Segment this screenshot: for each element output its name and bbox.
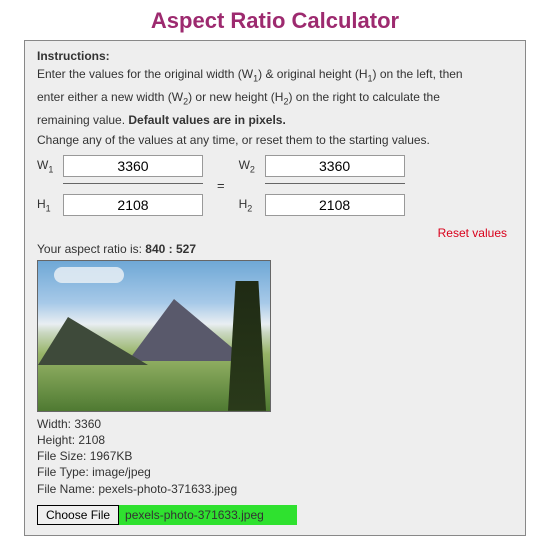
meta-height: Height: 2108	[37, 432, 513, 448]
w2-label: W2	[239, 158, 265, 174]
instructions-line-2: enter either a new width (W2) or new hei…	[37, 88, 513, 109]
text: ) or new height (H	[188, 90, 283, 104]
text: W	[37, 158, 48, 172]
label: Width:	[37, 417, 74, 431]
cloud-shape	[54, 267, 124, 283]
meta-width: Width: 3360	[37, 416, 513, 432]
meta-name: File Name: pexels-photo-371633.jpeg	[37, 481, 513, 497]
text: ) & original height (H	[258, 67, 367, 81]
fraction-line-left	[63, 183, 203, 184]
w1-label: W1	[37, 158, 63, 174]
text: H	[239, 197, 248, 211]
instructions-line-3: remaining value. Default values are in p…	[37, 111, 513, 129]
text: enter either a new width (W	[37, 90, 183, 104]
w1-row: W1	[37, 151, 203, 181]
instructions-line-1: Enter the values for the original width …	[37, 65, 513, 86]
text-bold: Default values are in pixels.	[128, 113, 285, 127]
text: W	[239, 158, 250, 172]
ratio-prefix: Your aspect ratio is:	[37, 242, 145, 256]
value: image/jpeg	[92, 465, 151, 479]
instructions-line-4: Change any of the values at any time, or…	[37, 131, 513, 149]
file-chooser: Choose File pexels-photo-371633.jpeg	[37, 505, 297, 525]
h2-label: H2	[239, 197, 265, 213]
selected-file-name: pexels-photo-371633.jpeg	[119, 505, 297, 525]
value: 1967KB	[90, 449, 133, 463]
h2-input[interactable]	[265, 194, 405, 216]
text: remaining value.	[37, 113, 128, 127]
label: File Size:	[37, 449, 90, 463]
new-column: W2 H2	[239, 151, 405, 220]
calculator-panel: Instructions: Enter the values for the o…	[24, 40, 526, 536]
mountain-shape-2	[38, 317, 148, 365]
calculator-grid: W1 H1 = W2 H2	[37, 151, 513, 220]
sub: 2	[247, 203, 252, 213]
text: Enter the values for the original width …	[37, 67, 253, 81]
ratio-value: 840 : 527	[145, 242, 196, 256]
equals-sign: =	[203, 178, 239, 193]
label: File Name:	[37, 482, 98, 496]
aspect-ratio-display: Your aspect ratio is: 840 : 527	[37, 242, 513, 256]
reset-link[interactable]: Reset values	[37, 226, 507, 240]
h1-row: H1	[37, 190, 203, 220]
value: 3360	[74, 417, 101, 431]
page-title: Aspect Ratio Calculator	[0, 8, 550, 34]
instructions-heading: Instructions:	[37, 49, 513, 63]
value: pexels-photo-371633.jpeg	[98, 482, 237, 496]
sub: 1	[48, 164, 53, 174]
image-metadata: Width: 3360 Height: 2108 File Size: 1967…	[37, 416, 513, 497]
text: H	[37, 197, 46, 211]
meta-size: File Size: 1967KB	[37, 448, 513, 464]
choose-file-button[interactable]: Choose File	[37, 505, 119, 525]
meta-type: File Type: image/jpeg	[37, 464, 513, 480]
h1-label: H1	[37, 197, 63, 213]
w1-input[interactable]	[63, 155, 203, 177]
image-preview	[37, 260, 271, 412]
h2-row: H2	[239, 190, 405, 220]
text: ) on the right to calculate the	[288, 90, 439, 104]
label: File Type:	[37, 465, 92, 479]
sub: 1	[46, 203, 51, 213]
w2-input[interactable]	[265, 155, 405, 177]
label: Height:	[37, 433, 78, 447]
sub: 2	[250, 164, 255, 174]
w2-row: W2	[239, 151, 405, 181]
text: ) on the left, then	[373, 67, 463, 81]
fraction-line-right	[265, 183, 405, 184]
original-column: W1 H1	[37, 151, 203, 220]
h1-input[interactable]	[63, 194, 203, 216]
value: 2108	[78, 433, 105, 447]
